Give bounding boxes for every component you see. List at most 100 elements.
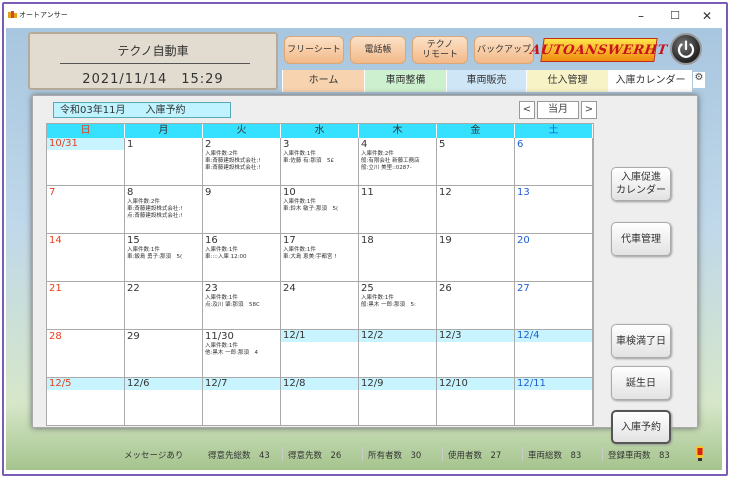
day-number: 18 bbox=[361, 235, 374, 246]
calendar-grid: 日月火水木金土 10/31 1 2 入庫件数:2件 車:斎藤建設株式会社:! 車:斎藤建設株… bbox=[46, 123, 594, 426]
reservation-line: 入庫件数:2件 bbox=[361, 151, 394, 157]
current-month-button[interactable]: 当月 bbox=[537, 101, 579, 119]
status-separator bbox=[522, 447, 523, 461]
calendar-day-cell[interactable]: 12 bbox=[437, 186, 515, 234]
calendar-day-cell[interactable]: 7 bbox=[47, 186, 125, 234]
calendar-day-cell[interactable]: 25 入庫件数:1件 般:黒木 一郎:那須 5: bbox=[359, 282, 437, 330]
calendar-day-cell[interactable]: 12/7 bbox=[203, 378, 281, 426]
free-sheet-button[interactable]: フリーシート bbox=[284, 36, 344, 64]
calendar-day-cell[interactable]: 26 bbox=[437, 282, 515, 330]
status-separator bbox=[362, 447, 363, 461]
day-number: 12 bbox=[439, 187, 452, 198]
next-month-button[interactable]: > bbox=[581, 101, 597, 119]
calendar-day-cell[interactable]: 24 bbox=[281, 282, 359, 330]
calendar-day-cell[interactable]: 27 bbox=[515, 282, 593, 330]
reservation-line: 車:斎藤建設株式会社:! bbox=[205, 165, 261, 171]
calendar-day-cell[interactable]: 12/2 bbox=[359, 330, 437, 378]
power-icon bbox=[677, 40, 695, 58]
gear-icon[interactable]: ⚙ bbox=[693, 72, 705, 88]
calendar-day-cell[interactable]: 14 bbox=[47, 234, 125, 282]
calendar-day-cell[interactable]: 16 入庫件数:1件 車::::入庫 12:00 bbox=[203, 234, 281, 282]
divider bbox=[60, 63, 250, 64]
day-number: 12/9 bbox=[359, 378, 436, 390]
day-number: 6 bbox=[517, 139, 524, 150]
reservation-line: 般:黒木 一郎:那須 5: bbox=[361, 302, 416, 308]
inspection-expiry-button[interactable]: 車検満了日 bbox=[611, 324, 671, 358]
day-number: 17 bbox=[283, 235, 296, 246]
power-button[interactable] bbox=[670, 33, 702, 65]
reservation-line: 入庫件数:1件 bbox=[283, 247, 316, 253]
calendar-day-cell[interactable]: 17 入庫件数:1件 車:大島 恵美:宇都宮 ! bbox=[281, 234, 359, 282]
calendar-day-cell[interactable]: 12/1 bbox=[281, 330, 359, 378]
calendar-day-cell[interactable]: 12/4 bbox=[515, 330, 593, 378]
calendar-day-cell[interactable]: 20 bbox=[515, 234, 593, 282]
calendar-panel: 令和03年11月 入庫予約 < 当月 > 日月火水木金土 10/31 1 2 入庫件数:… bbox=[32, 95, 698, 444]
calendar-day-cell[interactable]: 12/9 bbox=[359, 378, 437, 426]
reservation-line: 入庫件数:1件 bbox=[127, 247, 160, 253]
alert-bell-icon[interactable] bbox=[696, 446, 704, 462]
reservation-line: 車:鈴木 敏子:那須 5( bbox=[283, 206, 339, 212]
calendar-day-cell[interactable]: 12/10 bbox=[437, 378, 515, 426]
day-number: 15 bbox=[127, 235, 140, 246]
day-number: 19 bbox=[439, 235, 452, 246]
entry-reservation-button[interactable]: 入庫予約 bbox=[611, 410, 671, 444]
tab-vehicle-maintenance[interactable]: 車両整備 bbox=[364, 70, 446, 92]
day-number: 12/8 bbox=[281, 378, 358, 390]
prev-month-button[interactable]: < bbox=[519, 101, 535, 119]
day-number: 27 bbox=[517, 283, 530, 294]
calendar-day-cell[interactable]: 15 入庫件数:1件 車:飯島 勇子:那須 5( bbox=[125, 234, 203, 282]
calendar-day-cell[interactable]: 1 bbox=[125, 138, 203, 186]
reservation-line: 入庫件数:1件 bbox=[283, 199, 316, 205]
maximize-button[interactable]: ☐ bbox=[660, 6, 690, 26]
birthday-button[interactable]: 誕生日 bbox=[611, 366, 671, 400]
calendar-day-cell[interactable]: 23 入庫件数:1件 点:及川 肇:那須 58C bbox=[203, 282, 281, 330]
calendar-day-cell[interactable]: 12/5 bbox=[47, 378, 125, 426]
loaner-car-management-button[interactable]: 代車管理 bbox=[611, 222, 671, 256]
day-number: 10 bbox=[283, 187, 296, 198]
calendar-day-cell[interactable]: 11/30 入庫件数:1件 他:黒木 一郎:那須 4 bbox=[203, 330, 281, 378]
reservation-line: 車::::入庫 12:00 bbox=[205, 254, 247, 260]
reservation-line: 入庫件数:1件 bbox=[361, 295, 394, 301]
calendar-day-cell[interactable]: 8 入庫件数:2件 車:斎藤建設株式会社:! 点:斎藤建設株式会社:! bbox=[125, 186, 203, 234]
calendar-day-cell[interactable]: 12/11 bbox=[515, 378, 593, 426]
calendar-day-cell[interactable]: 21 bbox=[47, 282, 125, 330]
backup-button[interactable]: バックアップ bbox=[474, 36, 534, 64]
calendar-day-cell[interactable]: 10/31 bbox=[47, 138, 125, 186]
calendar-day-cell[interactable]: 29 bbox=[125, 330, 203, 378]
day-number: 24 bbox=[283, 283, 296, 294]
calendar-day-cell[interactable]: 28 bbox=[47, 330, 125, 378]
calendar-day-cell[interactable]: 12/6 bbox=[125, 378, 203, 426]
techno-remote-button[interactable]: テクノ リモート bbox=[412, 36, 468, 64]
tab-purchase-management[interactable]: 仕入管理 bbox=[526, 70, 608, 92]
minimize-button[interactable]: – bbox=[626, 6, 656, 26]
calendar-day-cell[interactable]: 13 bbox=[515, 186, 593, 234]
reservation-line: 点:及川 肇:那須 58C bbox=[205, 302, 260, 308]
status-customer-total: 得意先総数 43 bbox=[208, 451, 270, 461]
calendar-day-cell[interactable]: 12/3 bbox=[437, 330, 515, 378]
phonebook-button[interactable]: 電話帳 bbox=[350, 36, 406, 64]
calendar-day-cell[interactable]: 19 bbox=[437, 234, 515, 282]
tab-vehicle-sales[interactable]: 車両販売 bbox=[446, 70, 526, 92]
calendar-day-cell[interactable]: 12/8 bbox=[281, 378, 359, 426]
calendar-day-cell[interactable]: 6 bbox=[515, 138, 593, 186]
calendar-day-cell[interactable]: 2 入庫件数:2件 車:斎藤建設株式会社:! 車:斎藤建設株式会社:! bbox=[203, 138, 281, 186]
calendar-day-cell[interactable]: 11 bbox=[359, 186, 437, 234]
calendar-day-cell[interactable]: 3 入庫件数:1件 車:佐藤 有:那須 5£ bbox=[281, 138, 359, 186]
entry-promotion-calendar-button[interactable]: 入庫促進 カレンダー bbox=[611, 167, 671, 201]
status-customers: 得意先数 26 bbox=[288, 451, 342, 461]
day-number: 4 bbox=[361, 139, 368, 150]
tab-home[interactable]: ホーム bbox=[282, 70, 364, 92]
tab-entry-calendar[interactable]: 入庫カレンダー bbox=[608, 70, 692, 92]
day-number: 22 bbox=[127, 283, 140, 294]
calendar-day-cell[interactable]: 5 bbox=[437, 138, 515, 186]
day-number: 11 bbox=[361, 187, 374, 198]
day-number: 12/3 bbox=[437, 330, 514, 342]
calendar-day-cell[interactable]: 18 bbox=[359, 234, 437, 282]
calendar-day-cell[interactable]: 9 bbox=[203, 186, 281, 234]
main-area: テクノ自動車 2021/11/14 15:29 フリーシート 電話帳 テクノ リ… bbox=[6, 28, 722, 470]
close-button[interactable]: ✕ bbox=[692, 6, 722, 26]
calendar-day-cell[interactable]: 4 入庫件数:2件 般:有限会社 新藤工務店 般:立川 美里::0287- bbox=[359, 138, 437, 186]
calendar-day-cell[interactable]: 10 入庫件数:1件 車:鈴木 敏子:那須 5( bbox=[281, 186, 359, 234]
calendar-day-cell[interactable]: 22 bbox=[125, 282, 203, 330]
day-number: 13 bbox=[517, 187, 530, 198]
